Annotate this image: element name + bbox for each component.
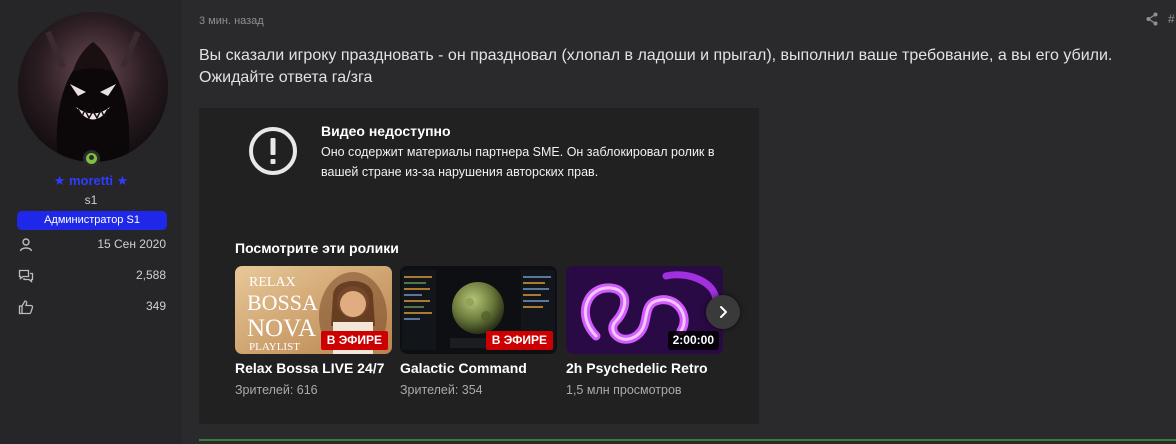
video-title[interactable]: 2h Psychedelic Retro: [566, 360, 723, 376]
live-badge: В ЭФИРЕ: [320, 331, 388, 350]
post-divider: [199, 439, 1176, 441]
post-permalink[interactable]: #: [1168, 12, 1175, 26]
user-icon: [19, 238, 33, 252]
suggested-title: Посмотрите эти ролики: [235, 240, 399, 256]
joined-value: 15 Сен 2020: [97, 237, 166, 251]
video-meta: 1,5 млн просмотров: [566, 383, 682, 397]
stat-reactions: 349: [18, 298, 168, 316]
warning-icon: [249, 127, 297, 175]
thumb-text-nova: NOVA: [247, 315, 316, 342]
thumb-text-relax: RELAX: [249, 275, 296, 290]
post-timestamp[interactable]: 3 мин. назад: [199, 15, 264, 27]
avatar[interactable]: [18, 12, 168, 162]
role-badge: Администратор S1: [17, 211, 167, 230]
video-thumbnail[interactable]: В ЭФИРЕ: [400, 266, 557, 354]
video-thumbnail[interactable]: RELAX BOSSA NOVA PLAYLIST В ЭФИРЕ: [235, 266, 392, 354]
unavailable-title: Видео недоступно: [321, 123, 451, 139]
share-icon[interactable]: [1146, 12, 1158, 26]
post-message-line1: Вы сказали игроку праздновать - он празд…: [199, 47, 1113, 64]
messages-value: 2,588: [135, 268, 166, 282]
thumbs-up-icon: [18, 300, 34, 315]
online-indicator-icon: [83, 150, 100, 167]
user-panel: ★ moretti ★ s1 Администратор S1 15 Сен 2…: [0, 0, 182, 444]
live-badge: В ЭФИРЕ: [485, 331, 553, 350]
video-meta: Зрителей: 354: [400, 383, 483, 397]
stat-messages: 2,588: [18, 267, 168, 285]
stat-joined: 15 Сен 2020: [18, 236, 168, 254]
video-title[interactable]: Galactic Command: [400, 360, 557, 376]
carousel-next-button[interactable]: [706, 295, 740, 329]
post-message-line2: Ожидайте ответа га/зга: [199, 69, 373, 86]
post-message: Вы сказали игроку праздновать - он празд…: [199, 45, 1174, 89]
messages-icon: [18, 269, 34, 283]
username[interactable]: ★ moretti ★: [0, 173, 182, 189]
unavailable-text: Оно содержит материалы партнера SME. Он …: [321, 145, 715, 179]
youtube-embed: Видео недоступно Оно содержит материалы …: [199, 108, 759, 424]
video-meta: Зрителей: 616: [235, 383, 318, 397]
thumb-text-playlist: PLAYLIST: [249, 341, 300, 353]
reactions-value: 349: [145, 299, 166, 313]
video-title[interactable]: Relax Bossa LIVE 24/7: [235, 360, 392, 376]
chevron-right-icon: [720, 306, 727, 318]
thumb-text-bossa: BOSSA: [247, 290, 318, 315]
duration-badge: 2:00:00: [667, 331, 719, 350]
user-title: s1: [84, 193, 98, 207]
video-thumbnail[interactable]: 2:00:00: [566, 266, 723, 354]
